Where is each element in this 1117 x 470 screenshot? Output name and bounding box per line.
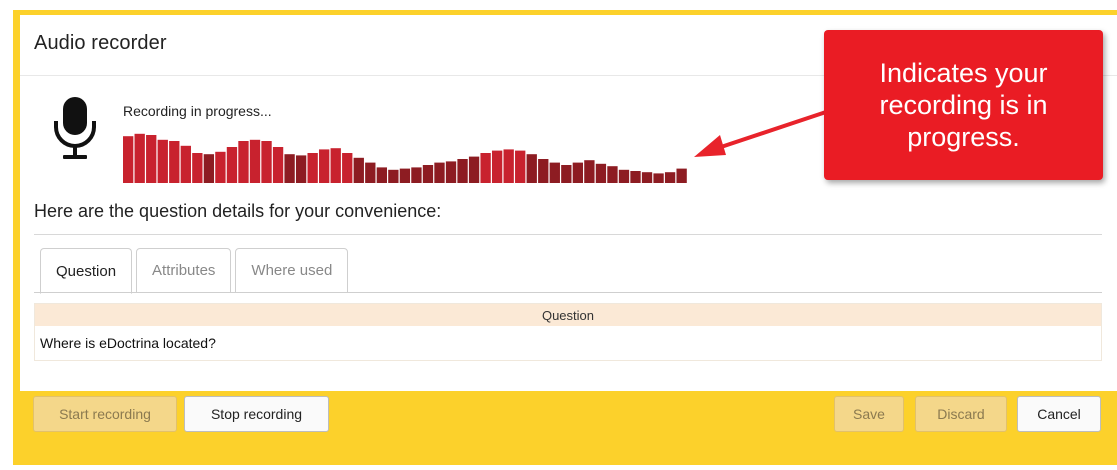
level-bar [561,165,572,183]
details-tabs: Question Attributes Where used [40,248,349,294]
annotation-callout: Indicates your recording is in progress. [824,30,1103,180]
dialog-title: Audio recorder [34,32,167,54]
level-bar [572,162,584,183]
details-heading: Here are the question details for your c… [34,201,442,221]
level-bar [353,157,364,183]
tab-attributes[interactable]: Attributes [136,248,232,293]
level-bar [607,166,618,183]
level-bar [595,163,607,183]
callout-text: Indicates your recording is in progress. [879,58,1048,152]
level-bar [365,162,376,183]
level-bar [146,135,157,183]
level-bar [388,169,399,183]
tab-underline [34,292,1102,293]
start-recording-button[interactable]: Start recording [33,396,177,432]
level-bar [261,141,272,183]
question-row: Where is eDoctrina located? [40,335,216,351]
level-bar [180,145,191,183]
level-bar [399,168,411,183]
level-bar [157,139,168,183]
level-bar [238,141,249,183]
microphone-icon [54,97,96,159]
level-bar [123,136,134,183]
level-bar [169,141,180,183]
level-bar [538,159,549,183]
level-bar [307,153,318,183]
discard-button[interactable]: Discard [915,396,1007,432]
level-bar [641,172,653,183]
level-bar [422,165,434,183]
details-divider [34,234,1102,235]
level-bar [526,154,537,183]
tab-where-used[interactable]: Where used [235,248,349,293]
level-bar [676,168,687,183]
level-bar [215,151,226,183]
level-bar [330,148,341,183]
level-bar [503,149,514,183]
level-bar [272,147,284,183]
level-bar [319,149,330,183]
tab-question[interactable]: Question [40,248,133,294]
level-bar [584,160,595,183]
recording-status: Recording in progress... [123,103,272,119]
level-bar [664,172,676,183]
level-bar [515,150,526,183]
level-bar [192,153,203,183]
save-button[interactable]: Save [834,396,904,432]
level-bar [434,162,445,183]
level-bar [249,139,261,183]
level-bar [226,147,238,183]
level-bar [653,173,664,183]
level-bar [134,133,145,183]
cancel-button[interactable]: Cancel [1017,396,1101,432]
level-bar [284,154,295,183]
question-table: Question Where is eDoctrina located? [34,303,1102,361]
level-bar [630,171,641,183]
question-column-header: Question [35,304,1101,326]
level-bar [445,161,457,183]
level-bar [468,156,480,183]
level-bar [618,169,630,183]
level-bar [549,162,560,183]
stop-recording-button[interactable]: Stop recording [184,396,329,432]
level-bar [491,150,503,183]
level-bar [342,153,353,183]
level-bar [457,159,468,183]
level-bar [376,167,387,183]
level-bar [480,153,491,183]
level-bar [203,154,215,183]
audio-level-meter [123,133,687,183]
level-bar [411,167,422,183]
level-bar [295,155,307,183]
